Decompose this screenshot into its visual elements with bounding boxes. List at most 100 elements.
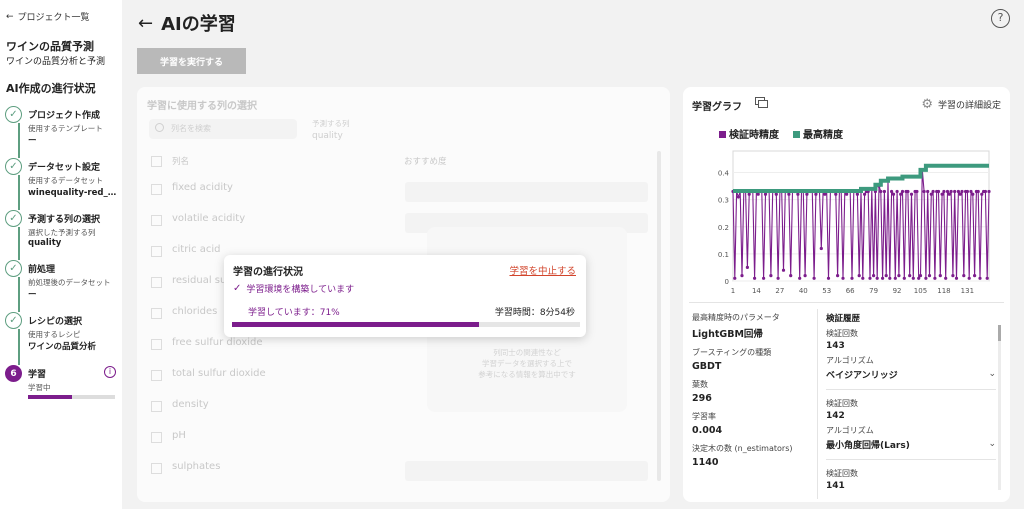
validation-point xyxy=(814,192,818,196)
param-label: 決定木の数 (n_estimators) xyxy=(692,444,793,453)
param-value: 1140 xyxy=(692,457,719,468)
step-training[interactable]: 6 学習 i 学習中 xyxy=(5,365,120,405)
history-item[interactable]: 検証回数 141 xyxy=(826,468,996,498)
param-label: ブースティングの種類 xyxy=(692,348,772,357)
history-item[interactable]: 検証回数 143 アルゴリズム ベイジアンリッジ ⌄ xyxy=(826,328,996,390)
validation-point xyxy=(841,276,845,280)
validation-point xyxy=(789,274,793,278)
validation-point xyxy=(915,189,919,194)
training-status: 学習しています：71% xyxy=(248,308,340,318)
history-count-label: 検証回数 xyxy=(826,399,858,408)
validation-point xyxy=(882,189,886,194)
target-column-value: quality xyxy=(312,131,343,141)
column-checkbox[interactable] xyxy=(151,215,162,226)
column-checkbox[interactable] xyxy=(151,277,162,288)
validation-point xyxy=(884,274,888,278)
history-item[interactable]: 検証回数 142 アルゴリズム 最小角度回帰(Lars) ⌄ xyxy=(826,398,996,460)
validation-point xyxy=(845,192,849,196)
history-count: 141 xyxy=(826,481,845,491)
column-checkbox[interactable] xyxy=(151,246,162,257)
y-tick-label: 0.3 xyxy=(718,197,729,205)
validation-point xyxy=(917,276,921,280)
stop-training-link[interactable]: 学習を中止する xyxy=(509,263,576,277)
validation-point xyxy=(927,274,932,278)
column-checkbox[interactable] xyxy=(151,432,162,443)
divider xyxy=(689,302,1004,303)
step-title: プロジェクト作成 xyxy=(28,111,101,121)
validation-point xyxy=(902,276,906,280)
x-tick-label: 105 xyxy=(914,287,927,295)
scrollbar[interactable] xyxy=(657,151,661,481)
training-progress-fill xyxy=(28,395,72,399)
validation-point xyxy=(863,192,867,196)
column-search-input[interactable]: 列名を検索 xyxy=(149,119,297,139)
column-name: fixed acidity xyxy=(172,182,233,193)
check-icon: ✓ xyxy=(5,210,22,227)
list-item[interactable]: pH xyxy=(151,426,651,450)
validation-point xyxy=(926,189,930,194)
column-checkbox[interactable] xyxy=(151,184,162,195)
validation-point xyxy=(736,195,740,199)
progress-title: AI作成の進行状況 xyxy=(6,82,96,95)
env-status-text: 学習環境を構築しています xyxy=(246,285,355,295)
chevron-down-icon[interactable]: ⌄ xyxy=(988,439,996,449)
y-tick-label: 0 xyxy=(725,278,729,286)
run-training-button[interactable]: 学習を実行する xyxy=(137,48,246,74)
validation-point xyxy=(976,189,980,194)
scrollbar[interactable] xyxy=(998,325,1001,490)
validation-point xyxy=(985,276,989,280)
step-preprocessing[interactable]: ✓ 前処理 前処理後のデータセット ー xyxy=(5,260,120,312)
column-name: citric acid xyxy=(172,244,221,255)
step-value: quality xyxy=(28,238,62,248)
column-checkbox[interactable] xyxy=(151,339,162,350)
step-label: 前処理後のデータセット xyxy=(28,278,111,287)
check-icon: ✓ xyxy=(233,283,242,294)
select-all-checkbox[interactable] xyxy=(151,156,162,167)
arrow-left-icon[interactable]: ← xyxy=(138,13,153,34)
progress-bar xyxy=(232,322,580,327)
column-checkbox[interactable] xyxy=(151,463,162,474)
page-title: ← AIの学習 xyxy=(138,10,236,36)
step-project-creation[interactable]: ✓ プロジェクト作成 使用するテンプレート ー xyxy=(5,106,120,158)
validation-point xyxy=(872,274,876,278)
column-checkbox[interactable] xyxy=(151,370,162,381)
help-icon[interactable]: ? xyxy=(991,9,1010,28)
step-recipe-selection[interactable]: ✓ レシピの選択 使用するレシピ ワインの品質分析 xyxy=(5,312,120,365)
expand-icon[interactable] xyxy=(755,97,769,109)
training-settings-link[interactable]: ⚙ 学習の詳細設定 xyxy=(921,97,1001,112)
validation-point xyxy=(798,276,802,280)
param-value: GBDT xyxy=(692,361,722,372)
back-to-projects-link[interactable]: ← プロジェクト一覧 xyxy=(6,10,90,24)
column-name: sulphates xyxy=(172,461,221,472)
history-count-label: 検証回数 xyxy=(826,469,858,478)
column-checkbox[interactable] xyxy=(151,401,162,412)
validation-point xyxy=(951,274,955,278)
step-value: ー xyxy=(28,136,37,146)
gear-icon: ⚙ xyxy=(921,97,933,112)
legend-label: 最高精度 xyxy=(803,130,843,141)
validation-point xyxy=(861,276,865,280)
validation-point xyxy=(803,274,807,278)
validation-point xyxy=(911,276,915,280)
validation-point xyxy=(897,274,901,278)
validation-point xyxy=(891,192,896,196)
history-count: 143 xyxy=(826,341,845,351)
chevron-down-icon[interactable]: ⌄ xyxy=(988,369,996,379)
validation-point xyxy=(983,189,987,194)
step-dataset-settings[interactable]: ✓ データセット設定 使用するデータセット winequality-red_学.… xyxy=(5,158,123,210)
history-count-label: 検証回数 xyxy=(826,329,858,338)
validation-point xyxy=(895,189,899,194)
validation-point xyxy=(936,189,941,194)
step-target-column[interactable]: ✓ 予測する列の選択 選択した予測する列 quality xyxy=(5,210,120,260)
info-icon[interactable]: i xyxy=(104,366,116,378)
accuracy-chart: 0 0.1 0.2 0.3 0.4 1 14 27 40 53 66 79 92 105 118 131 xyxy=(683,141,1010,301)
validation-point xyxy=(945,189,950,194)
y-tick-label: 0.2 xyxy=(718,224,729,232)
column-checkbox[interactable] xyxy=(151,308,162,319)
validation-series-line xyxy=(732,169,990,281)
scrollbar-thumb[interactable] xyxy=(998,325,1001,341)
x-tick-label: 92 xyxy=(893,287,902,295)
validation-point xyxy=(836,274,840,278)
column-name: free sulfur dioxide xyxy=(172,337,263,348)
validation-point xyxy=(834,192,838,196)
